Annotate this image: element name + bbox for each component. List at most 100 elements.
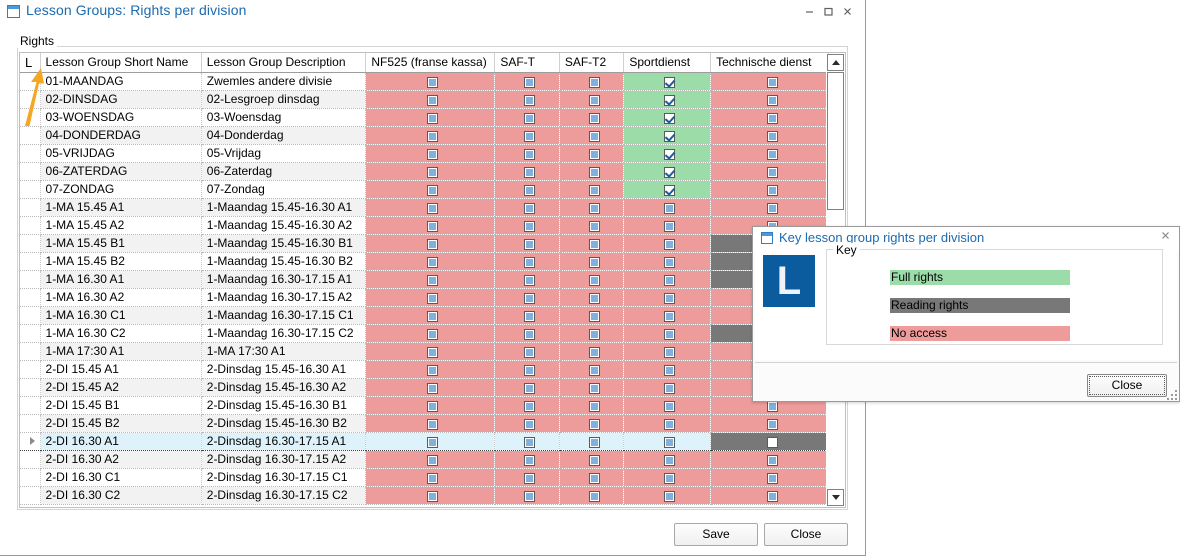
checkbox-filled[interactable]: [524, 238, 536, 250]
cell-short-name[interactable]: 1-MA 16.30 C1: [40, 306, 202, 325]
grid-corner-legend-button[interactable]: L: [20, 53, 41, 73]
cell-short-name[interactable]: 1-MA 15.45 B1: [40, 234, 202, 253]
cell-short-name[interactable]: 2-DI 16.30 C1: [40, 468, 202, 487]
cell-permission-saft[interactable]: [494, 342, 560, 361]
cell-description[interactable]: 1-MA 17:30 A1: [201, 342, 367, 361]
checkbox-filled[interactable]: [524, 418, 536, 430]
cell-description[interactable]: 1-Maandag 15.45-16.30 A2: [201, 216, 367, 235]
checkbox-filled[interactable]: [664, 328, 676, 340]
cell-permission-nf525[interactable]: [365, 468, 496, 487]
checkbox-filled[interactable]: [427, 94, 439, 106]
cell-description[interactable]: 1-Maandag 15.45-16.30 A1: [201, 198, 367, 217]
checkbox-filled[interactable]: [588, 400, 600, 412]
checkbox-checked[interactable]: [664, 166, 676, 178]
cell-permission-nf525[interactable]: [365, 216, 496, 235]
cell-description[interactable]: 05-Vrijdag: [201, 144, 367, 163]
cell-permission-saft[interactable]: [494, 431, 560, 451]
cell-permission-technische-dienst[interactable]: [710, 162, 829, 181]
checkbox-filled[interactable]: [427, 256, 439, 268]
cell-permission-saft2[interactable]: [559, 180, 625, 199]
cell-permission-saft2[interactable]: [559, 360, 625, 379]
checkbox-filled[interactable]: [427, 166, 439, 178]
cell-permission-saft2[interactable]: [559, 162, 625, 181]
cell-description[interactable]: 2-Dinsdag 15.45-16.30 B2: [201, 414, 367, 433]
cell-permission-saft[interactable]: [494, 288, 560, 307]
table-row[interactable]: 04-DONDERDAG 04-Donderdag: [20, 126, 829, 145]
cell-permission-saft2[interactable]: [559, 108, 625, 127]
key-dialog-close-button[interactable]: Close: [1087, 374, 1167, 397]
cell-short-name[interactable]: 2-DI 16.30 A1: [40, 431, 202, 451]
table-row[interactable]: 2-DI 16.30 A2 2-Dinsdag 16.30-17.15 A2: [20, 450, 829, 469]
checkbox-filled[interactable]: [524, 202, 536, 214]
checkbox-filled[interactable]: [664, 220, 676, 232]
checkbox-filled[interactable]: [766, 112, 778, 124]
cell-permission-nf525[interactable]: [365, 72, 496, 91]
checkbox-checked[interactable]: [664, 94, 676, 106]
checkbox-filled[interactable]: [524, 274, 536, 286]
table-row[interactable]: 1-MA 15.45 B1 1-Maandag 15.45-16.30 B1: [20, 234, 829, 253]
column-header-technische-dienst[interactable]: Technische dienst: [710, 53, 829, 73]
checkbox-filled[interactable]: [524, 166, 536, 178]
cell-permission-nf525[interactable]: [365, 180, 496, 199]
checkbox-filled[interactable]: [588, 184, 600, 196]
cell-short-name[interactable]: 1-MA 17:30 A1: [40, 342, 202, 361]
checkbox-empty[interactable]: [766, 436, 778, 448]
cell-permission-nf525[interactable]: [365, 198, 496, 217]
cell-permission-sportdienst[interactable]: [623, 126, 712, 145]
cell-permission-sportdienst[interactable]: [623, 468, 712, 487]
row-selector[interactable]: [20, 288, 41, 307]
checkbox-filled[interactable]: [664, 382, 676, 394]
cell-permission-sportdienst[interactable]: [623, 414, 712, 433]
checkbox-checked[interactable]: [664, 130, 676, 142]
cell-permission-sportdienst[interactable]: [623, 306, 712, 325]
row-selector[interactable]: [20, 198, 41, 217]
column-header-short-name[interactable]: Lesson Group Short Name: [40, 53, 202, 73]
table-row[interactable]: 05-VRIJDAG 05-Vrijdag: [20, 144, 829, 163]
cell-permission-saft[interactable]: [494, 378, 560, 397]
checkbox-filled[interactable]: [664, 436, 676, 448]
checkbox-filled[interactable]: [524, 220, 536, 232]
cell-permission-nf525[interactable]: [365, 414, 496, 433]
cell-permission-nf525[interactable]: [365, 450, 496, 469]
cell-permission-technische-dienst[interactable]: [710, 468, 829, 487]
checkbox-filled[interactable]: [427, 184, 439, 196]
checkbox-filled[interactable]: [664, 292, 676, 304]
row-selector[interactable]: [20, 144, 41, 163]
row-selector[interactable]: [20, 360, 41, 379]
cell-permission-saft2[interactable]: [559, 431, 625, 451]
cell-permission-saft[interactable]: [494, 486, 560, 505]
cell-permission-saft[interactable]: [494, 468, 560, 487]
cell-permission-saft2[interactable]: [559, 144, 625, 163]
cell-short-name[interactable]: 01-MAANDAG: [40, 72, 202, 91]
table-row[interactable]: 02-DINSDAG 02-Lesgroep dinsdag: [20, 90, 829, 109]
cell-description[interactable]: 1-Maandag 15.45-16.30 B2: [201, 252, 367, 271]
checkbox-filled[interactable]: [524, 292, 536, 304]
cell-permission-nf525[interactable]: [365, 306, 496, 325]
cell-description[interactable]: Zwemles andere divisie: [201, 72, 367, 91]
checkbox-filled[interactable]: [664, 274, 676, 286]
row-selector[interactable]: [20, 252, 41, 271]
cell-permission-saft[interactable]: [494, 360, 560, 379]
checkbox-filled[interactable]: [427, 310, 439, 322]
cell-permission-technische-dienst[interactable]: [710, 450, 829, 469]
cell-permission-saft2[interactable]: [559, 324, 625, 343]
row-selector[interactable]: [20, 306, 41, 325]
cell-permission-sportdienst[interactable]: [623, 450, 712, 469]
checkbox-filled[interactable]: [427, 472, 439, 484]
cell-description[interactable]: 2-Dinsdag 16.30-17.15 A1: [201, 431, 367, 451]
row-selector[interactable]: [20, 270, 41, 289]
cell-description[interactable]: 2-Dinsdag 15.45-16.30 A2: [201, 378, 367, 397]
cell-description[interactable]: 1-Maandag 16.30-17.15 A2: [201, 288, 367, 307]
cell-permission-sportdienst[interactable]: [623, 198, 712, 217]
checkbox-filled[interactable]: [664, 238, 676, 250]
checkbox-filled[interactable]: [588, 202, 600, 214]
checkbox-filled[interactable]: [524, 328, 536, 340]
cell-permission-technische-dienst[interactable]: [710, 198, 829, 217]
checkbox-filled[interactable]: [588, 148, 600, 160]
cell-permission-nf525[interactable]: [365, 90, 496, 109]
cell-permission-technische-dienst[interactable]: [710, 126, 829, 145]
checkbox-filled[interactable]: [427, 382, 439, 394]
checkbox-filled[interactable]: [664, 472, 676, 484]
row-selector[interactable]: [20, 108, 41, 127]
cell-permission-saft2[interactable]: [559, 378, 625, 397]
